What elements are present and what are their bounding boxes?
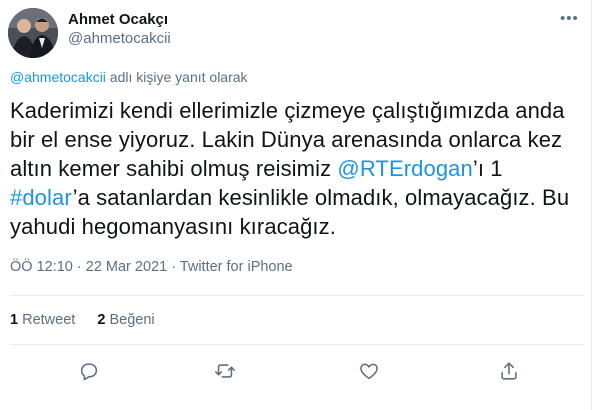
like-label: Beğeni (109, 312, 155, 328)
author-name[interactable]: Ahmet Ocakçı (68, 11, 168, 28)
tweet-mention[interactable]: @RTErdogan (337, 156, 472, 181)
avatar[interactable] (8, 8, 58, 58)
like-icon[interactable] (356, 358, 382, 384)
reply-text: adlı kişiye yanıt olarak (105, 69, 248, 85)
share-icon[interactable] (496, 358, 522, 384)
retweet-icon[interactable] (212, 358, 238, 384)
retweet-count: 1 (10, 312, 19, 328)
divider (10, 295, 584, 296)
avatar-photo (8, 8, 58, 58)
like-stat[interactable]: 2 Beğeni (97, 312, 154, 328)
like-count: 2 (97, 312, 106, 328)
right-border (591, 0, 592, 410)
more-dots-icon[interactable]: ••• (560, 10, 579, 27)
reply-mention[interactable]: @ahmetocakcii (10, 69, 106, 85)
retweet-stat[interactable]: 1 Retweet (10, 312, 75, 328)
reply-icon[interactable] (76, 358, 102, 384)
tweet-hashtag[interactable]: #dolar (10, 185, 73, 210)
tweet-text-part-2: ’ı 1 (472, 156, 503, 181)
author-handle[interactable]: @ahmetocakcii (68, 30, 171, 47)
tweet-text-part-3: ’a satanlardan kesinlikle olmadık, olmay… (10, 185, 570, 239)
action-bar (0, 358, 592, 384)
tweet-meta[interactable]: ÖÖ 12:10 · 22 Mar 2021 · Twitter for iPh… (10, 259, 293, 275)
tweet-stats: 1 Retweet 2 Beğeni (10, 312, 173, 328)
divider (10, 344, 584, 345)
reply-context: @ahmetocakcii adlı kişiye yanıt olarak (10, 69, 248, 85)
tweet-text: Kaderimizi kendi ellerimizle çizmeye çal… (10, 96, 580, 241)
retweet-label: Retweet (22, 312, 76, 328)
